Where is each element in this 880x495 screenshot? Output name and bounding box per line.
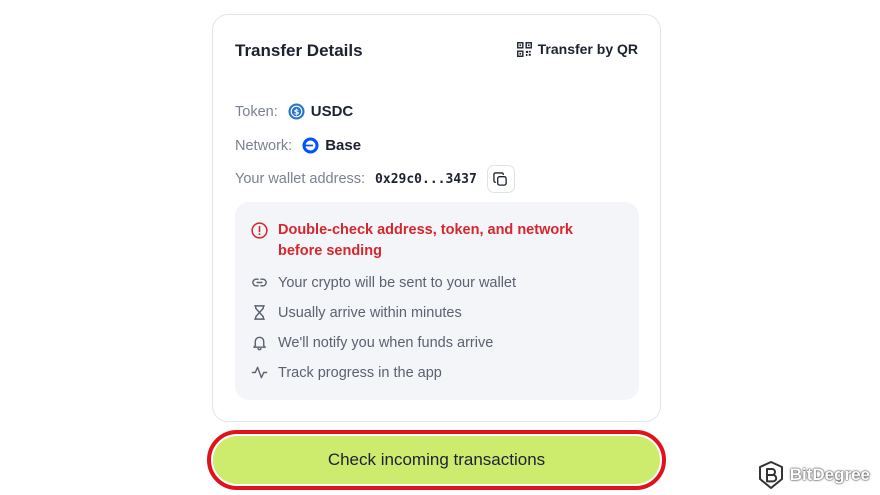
copy-icon [493, 171, 508, 186]
transfer-details-card: Transfer Details Transfer by QR Token: $… [212, 14, 661, 422]
hourglass-icon [254, 305, 265, 320]
token-value: USDC [310, 103, 354, 120]
warning-text: Double-check address, token, and network… [278, 222, 573, 259]
wallet-label: Your wallet address: [235, 171, 366, 187]
transfer-by-qr-button[interactable]: Transfer by QR [516, 41, 638, 57]
base-network-icon [302, 137, 319, 154]
copy-address-button[interactable] [486, 165, 515, 193]
usdc-coin-icon: $ [288, 103, 305, 120]
wallet-row: Your wallet address: 0x29c0...3437 [235, 165, 515, 193]
network-value: Base [325, 137, 362, 154]
watermark-text: BitDegree [789, 465, 870, 484]
info-item-text: We'll notify you when funds arrive [278, 334, 494, 351]
info-item-track: Track progress in the app [251, 364, 442, 381]
link-icon [252, 278, 267, 287]
network-row: Network: Base [235, 137, 361, 154]
transfer-notice-panel: Double-check address, token, and network… [235, 202, 639, 400]
info-item-wallet: Your crypto will be sent to your wallet [251, 274, 516, 291]
transfer-by-qr-label: Transfer by QR [537, 41, 638, 57]
activity-icon [251, 366, 268, 379]
token-row: Token: $ USDC [235, 103, 353, 120]
svg-text:$: $ [293, 108, 299, 117]
info-item-text: Your crypto will be sent to your wallet [278, 274, 517, 291]
qr-code-icon [516, 41, 532, 57]
check-incoming-transactions-button[interactable]: Check incoming transactions [213, 436, 660, 484]
info-item-timing: Usually arrive within minutes [251, 304, 462, 321]
network-label: Network: [235, 137, 293, 154]
alert-circle-icon [251, 222, 268, 239]
bitdegree-logo-icon [758, 461, 783, 489]
bell-icon [253, 336, 266, 351]
info-item-text: Track progress in the app [278, 364, 442, 381]
wallet-address-value: 0x29c0...3437 [375, 171, 477, 187]
card-title: Transfer Details [235, 41, 363, 60]
bitdegree-watermark: BitDegree [758, 461, 870, 489]
info-item-notify: We'll notify you when funds arrive [251, 334, 493, 351]
warning-message: Double-check address, token, and network… [251, 220, 598, 262]
token-label: Token: [235, 103, 278, 120]
info-item-text: Usually arrive within minutes [278, 304, 462, 321]
